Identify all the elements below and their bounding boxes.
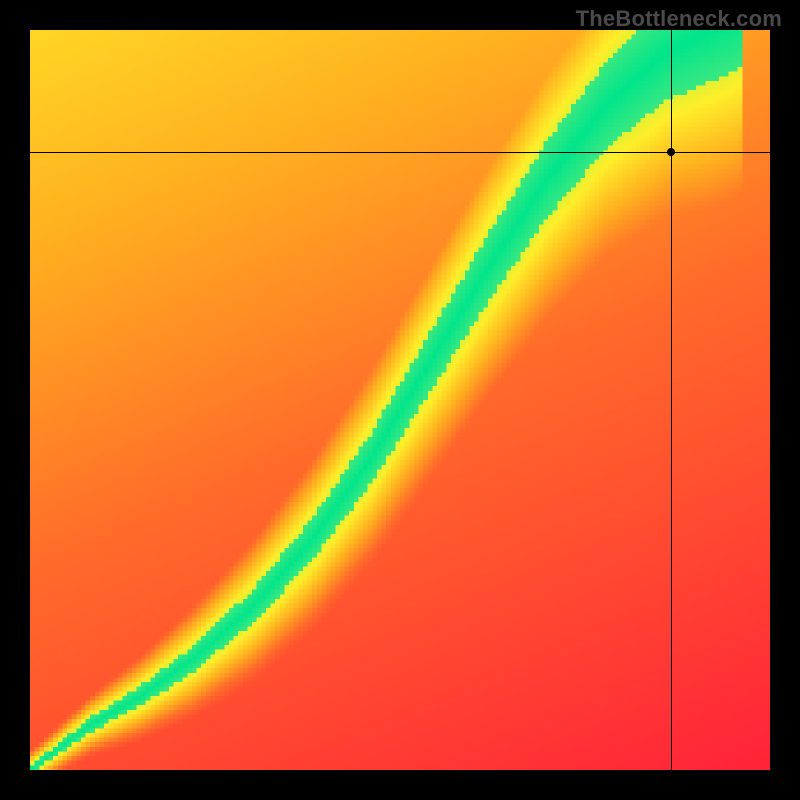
heatmap-canvas: [30, 30, 770, 770]
watermark-text: TheBottleneck.com: [576, 6, 782, 32]
crosshair-point: [667, 148, 675, 156]
crosshair-horizontal: [30, 152, 770, 153]
crosshair-vertical: [671, 30, 672, 770]
heatmap-plot: [30, 30, 770, 770]
